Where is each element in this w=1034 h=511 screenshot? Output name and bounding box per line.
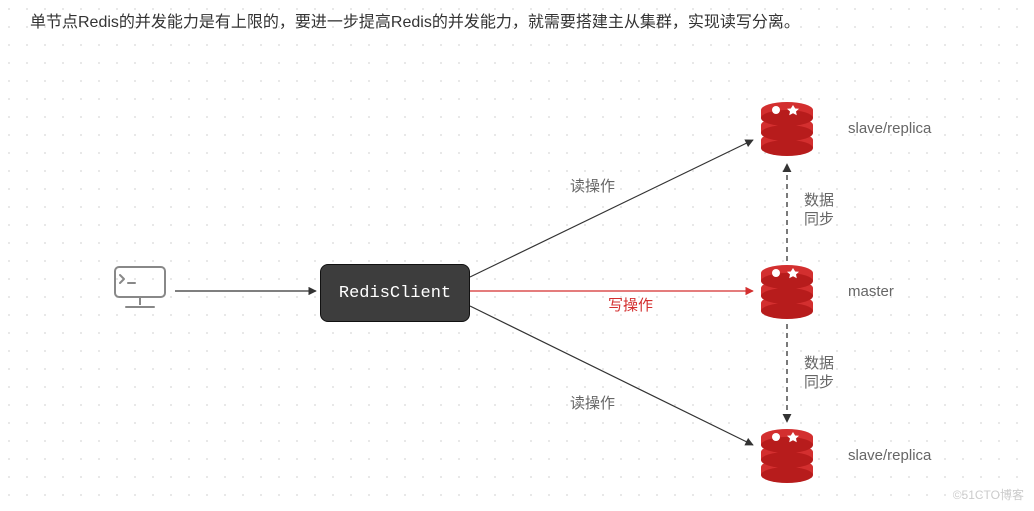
sync-bottom-label: 数据 同步 bbox=[804, 355, 834, 393]
arrows-layer bbox=[0, 0, 1034, 511]
redis-slave-bottom-icon bbox=[758, 429, 816, 484]
sync-top-label: 数据 同步 bbox=[804, 192, 834, 230]
redis-client-box: RedisClient bbox=[320, 264, 470, 322]
watermark-text: ©51CTO博客 bbox=[953, 486, 1024, 503]
read-top-label: 读操作 bbox=[570, 175, 615, 196]
redis-master-icon bbox=[758, 265, 816, 320]
slave-top-label: slave/replica bbox=[848, 120, 931, 137]
write-label: 写操作 bbox=[608, 294, 653, 315]
read-bottom-label: 读操作 bbox=[570, 392, 615, 413]
redis-client-label: RedisClient bbox=[339, 284, 451, 303]
master-label: master bbox=[848, 283, 894, 300]
slave-bottom-label: slave/replica bbox=[848, 447, 931, 464]
redis-slave-top-icon bbox=[758, 102, 816, 157]
computer-icon bbox=[110, 263, 170, 313]
heading-text: 单节点Redis的并发能力是有上限的，要进一步提高Redis的并发能力，就需要搭… bbox=[30, 8, 800, 32]
